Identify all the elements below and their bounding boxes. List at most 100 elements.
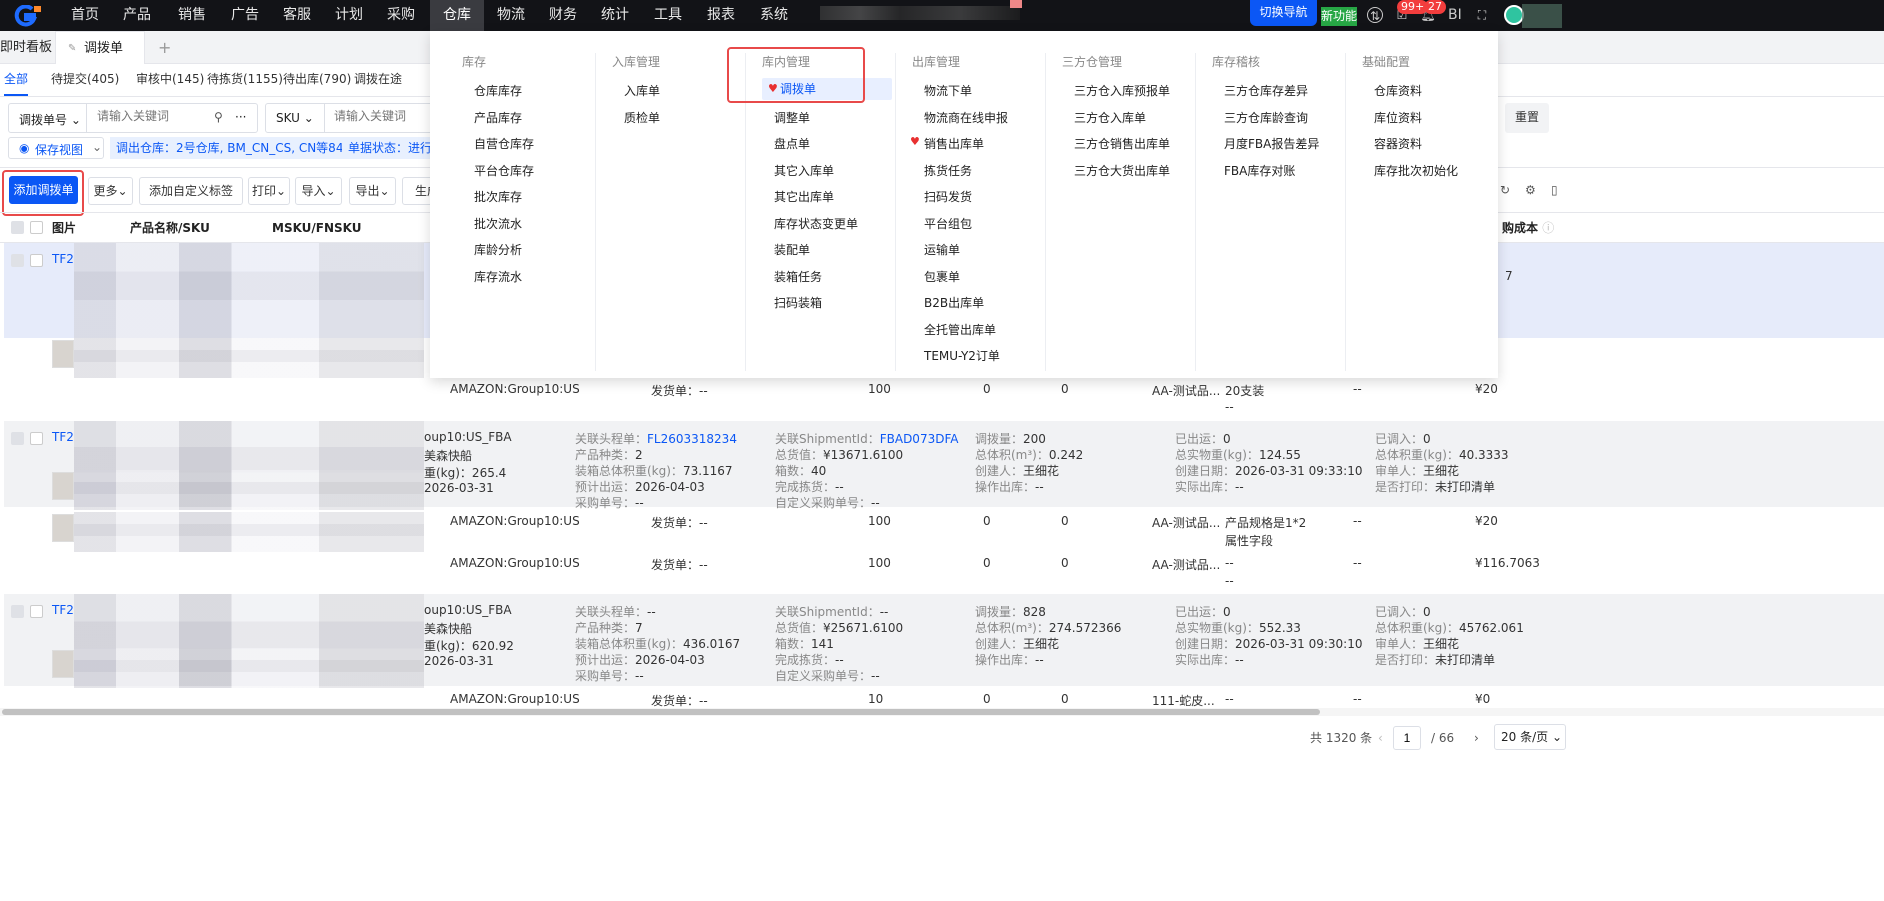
menu-item[interactable]: 拣货任务 [924,162,972,179]
menu-item[interactable]: 质检单 [624,109,660,126]
row-checkbox[interactable] [30,432,43,445]
order-id-link[interactable]: TF2 [52,603,74,617]
menu-item[interactable]: 三方仓入库单 [1074,109,1146,126]
menu-item[interactable]: ♥ 销售出库单 [910,135,984,152]
menu-item[interactable]: 月度FBA报告差异 [1224,135,1319,152]
menu-item[interactable]: 包裹单 [924,268,960,285]
detail-link[interactable]: FBAD073DFA [880,432,959,446]
horizontal-scrollbar[interactable] [0,708,1884,716]
help-icon[interactable]: ⓘ [1542,221,1554,235]
import-button[interactable]: 导入⌄ [295,177,342,205]
sku-field-select[interactable]: SKU ⌄ [276,111,314,125]
menu-item[interactable]: 其它出库单 [774,188,834,205]
prev-page-button[interactable]: ‹ [1378,726,1383,750]
menu-item[interactable]: 库存状态变更单 [774,215,858,232]
avatar[interactable] [1504,5,1524,25]
chevron-down-icon[interactable]: ⌄ [92,140,102,154]
columns-icon[interactable]: ▯ [1551,183,1558,197]
menu-item[interactable]: 自营仓库存 [474,135,534,152]
menu-item[interactable]: TEMU-Y2订单 [924,347,1000,364]
menu-item[interactable]: 库存批次初始化 [1374,162,1458,179]
nav-item-3[interactable]: 广告 [218,0,272,31]
status-tab-3[interactable]: 待拣货(1155) [207,64,283,96]
order-id-link[interactable]: TF2 [52,430,74,444]
next-page-button[interactable]: › [1474,726,1479,750]
refresh-icon[interactable]: ↻ [1500,183,1510,197]
menu-item[interactable]: 盘点单 [774,135,810,152]
sku-keyword-input[interactable] [334,109,429,123]
menu-item[interactable]: 仓库库存 [474,82,522,99]
save-view-button[interactable]: ◉ 保存视图 ⌄ [8,137,104,159]
add-custom-tag-button[interactable]: 添加自定义标签 [139,177,243,205]
menu-item[interactable]: 调整单 [774,109,810,126]
status-tab-0[interactable]: 全部 [4,64,29,96]
row-checkbox[interactable] [30,605,43,618]
menu-item[interactable]: 批次流水 [474,215,522,232]
nav-item-13[interactable]: 系统 [747,0,801,31]
menu-item[interactable]: 装箱任务 [774,268,822,285]
menu-item[interactable]: 装配单 [774,241,810,258]
gear-icon[interactable]: ⚙ [1525,183,1536,197]
collapse-toggle[interactable] [11,254,24,267]
reset-button[interactable]: 重置 [1505,103,1549,133]
menu-item[interactable]: 物流下单 [924,82,972,99]
nav-item-10[interactable]: 统计 [588,0,642,31]
nav-item-6[interactable]: 采购 [374,0,428,31]
nav-item-7[interactable]: 仓库 [430,0,484,31]
menu-item[interactable]: 扫码装箱 [774,294,822,311]
detail-link[interactable]: FL2603318234 [647,432,737,446]
menu-item[interactable]: 平台仓库存 [474,162,534,179]
nav-item-8[interactable]: 物流 [484,0,538,31]
order-id-link[interactable]: TF2 [52,252,74,266]
nav-item-4[interactable]: 客服 [270,0,324,31]
export-button[interactable]: 导出⌄ [349,177,396,205]
expand-all-toggle[interactable] [11,221,24,234]
menu-item[interactable]: 扫码发货 [924,188,972,205]
menu-item[interactable]: B2B出库单 [924,294,984,311]
page-input[interactable] [1393,726,1421,750]
menu-item[interactable]: 容器资料 [1374,135,1422,152]
tab-transfer-order[interactable]: ✎ 调拨单 [55,31,145,64]
nav-item-9[interactable]: 财务 [536,0,590,31]
filter-chip-status[interactable]: 单据状态：进行中 [342,137,430,159]
nav-item-11[interactable]: 工具 [641,0,695,31]
pin-icon[interactable]: ✎ [68,32,76,65]
bi-button[interactable]: BI [1448,7,1462,23]
status-tab-2[interactable]: 审核中(145) [136,64,204,96]
nav-item-0[interactable]: 首页 [58,0,112,31]
nav-item-1[interactable]: 产品 [110,0,164,31]
collapse-toggle[interactable] [11,605,24,618]
menu-item[interactable]: 三方仓入库预报单 [1074,82,1170,99]
tab-dashboard[interactable]: 即时看板 [0,31,52,64]
menu-item[interactable]: FBA库存对账 [1224,162,1295,179]
print-button[interactable]: 打印⌄ [248,177,290,205]
switch-nav-button[interactable]: 切换导航 [1250,0,1317,26]
new-feature-button[interactable]: 新功能 [1321,7,1357,26]
nav-item-5[interactable]: 计划 [322,0,376,31]
search-field-select[interactable]: 调拨单号 ⌄ [19,111,81,128]
fullscreen-icon[interactable]: ⛶ [1474,7,1490,23]
add-transfer-order-button[interactable]: 添加调拨单 [9,176,78,204]
status-tab-5[interactable]: 调拨在途 [354,64,402,96]
page-size-select[interactable]: 20 条/页 ⌄ [1494,724,1566,750]
menu-item[interactable]: 库龄分析 [474,241,522,258]
menu-item[interactable]: 入库单 [624,82,660,99]
collapse-toggle[interactable] [11,432,24,445]
add-tab-button[interactable]: + [158,31,171,64]
more-options-button[interactable]: ··· [235,110,246,124]
scrollbar-thumb[interactable] [2,709,1320,715]
row-checkbox[interactable] [30,254,43,267]
menu-item[interactable]: 三方仓大货出库单 [1074,162,1170,179]
menu-item[interactable]: 仓库资料 [1374,82,1422,99]
nav-item-12[interactable]: 报表 [694,0,748,31]
status-tab-1[interactable]: 待提交(405) [51,64,119,96]
favorite-heart-icon[interactable]: ♥ [910,135,920,148]
menu-item[interactable]: 产品库存 [474,109,522,126]
filter-chip-warehouse[interactable]: 调出仓库：2号仓库, BM_CN_CS, CN等84项 × [110,137,376,159]
menu-item[interactable]: 全托管出库单 [924,321,996,338]
menu-item[interactable]: 平台组包 [924,215,972,232]
menu-item[interactable]: 批次库存 [474,188,522,205]
menu-item[interactable]: 其它入库单 [774,162,834,179]
more-button[interactable]: 更多⌄ [88,177,133,205]
menu-item[interactable]: 三方仓库存差异 [1224,82,1308,99]
